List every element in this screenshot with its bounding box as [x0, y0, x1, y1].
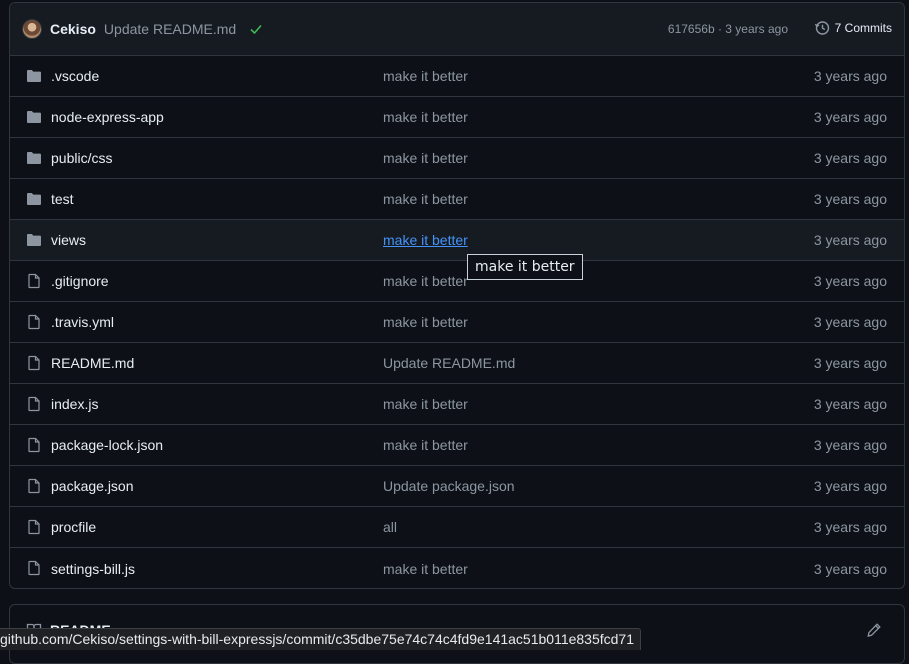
commit-age: 3 years ago: [813, 232, 887, 248]
author-avatar[interactable]: [22, 19, 42, 39]
file-row[interactable]: README.md Update README.md 3 years ago: [10, 343, 904, 384]
commits-count-label: 7 Commits: [834, 21, 892, 35]
commit-message-link[interactable]: Update README.md: [383, 355, 515, 371]
commit-age: 3 years ago: [813, 150, 887, 166]
commit-author[interactable]: Cekiso: [50, 21, 96, 37]
file-name-link[interactable]: package-lock.json: [51, 437, 163, 453]
file-name-link[interactable]: node-express-app: [51, 109, 164, 125]
file-row[interactable]: .gitignore make it better 3 years ago: [10, 261, 904, 302]
commit-message[interactable]: Update README.md: [104, 21, 236, 37]
commit-message-link[interactable]: make it better: [383, 68, 468, 84]
commit-message-link[interactable]: Update package.json: [383, 478, 515, 494]
file-row[interactable]: public/css make it better 3 years ago: [10, 138, 904, 179]
latest-commit-header: Cekiso Update README.md 617656b · 3 year…: [10, 3, 904, 56]
file-browser: Cekiso Update README.md 617656b · 3 year…: [9, 2, 905, 589]
commit-age: 3 years ago: [813, 396, 887, 412]
file-name-link[interactable]: settings-bill.js: [51, 561, 135, 577]
file-name-link[interactable]: index.js: [51, 396, 98, 412]
commit-age: 3 years ago: [813, 314, 887, 330]
file-name-link[interactable]: procfile: [51, 519, 96, 535]
commit-age: 3 years ago: [813, 478, 887, 494]
file-row[interactable]: index.js make it better 3 years ago: [10, 384, 904, 425]
commit-message-link[interactable]: make it better: [383, 396, 468, 412]
commit-message-link[interactable]: make it better: [383, 109, 468, 125]
folder-icon: [26, 191, 42, 207]
file-name-link[interactable]: README.md: [51, 355, 134, 371]
commit-message-link[interactable]: make it better: [383, 273, 468, 289]
commits-history-button[interactable]: 7 Commits: [814, 20, 892, 36]
pencil-icon[interactable]: [866, 622, 882, 638]
file-icon: [26, 273, 42, 289]
tooltip: make it better: [467, 254, 583, 280]
file-row[interactable]: test make it better 3 years ago: [10, 179, 904, 220]
commit-message-link[interactable]: make it better: [383, 191, 468, 207]
file-icon: [26, 437, 42, 453]
file-row[interactable]: package-lock.json make it better 3 years a…: [10, 425, 904, 466]
file-name-link[interactable]: .vscode: [51, 68, 99, 84]
file-row[interactable]: procfile all 3 years ago: [10, 507, 904, 548]
commit-message-link[interactable]: make it better: [383, 561, 468, 577]
file-row[interactable]: node-express-app make it better 3 years ag…: [10, 97, 904, 138]
commit-message-link[interactable]: make it better: [383, 150, 468, 166]
folder-icon: [26, 68, 42, 84]
commit-age: 3 years ago: [813, 519, 887, 535]
commit-age: 3 years ago: [813, 355, 887, 371]
commit-age: 3 years ago: [813, 273, 887, 289]
commit-age: 3 years ago: [813, 109, 887, 125]
commit-age: 3 years ago: [813, 437, 887, 453]
file-name-link[interactable]: public/css: [51, 150, 112, 166]
file-row[interactable]: .travis.yml make it better 3 years ago: [10, 302, 904, 343]
file-name-link[interactable]: .gitignore: [51, 273, 109, 289]
file-name-link[interactable]: .travis.yml: [51, 314, 114, 330]
file-row[interactable]: views make it better 3 years ago: [10, 220, 904, 261]
file-name-link[interactable]: package.json: [51, 478, 134, 494]
commit-message-link[interactable]: all: [383, 519, 397, 535]
folder-icon: [26, 150, 42, 166]
folder-icon: [26, 109, 42, 125]
commit-age: 3 years ago: [813, 560, 887, 577]
file-icon: [26, 355, 42, 371]
file-name-link[interactable]: test: [51, 191, 74, 207]
commit-message-link[interactable]: make it better: [383, 437, 468, 453]
file-name-link[interactable]: views: [51, 232, 86, 248]
history-icon: [814, 21, 829, 35]
commit-message-link[interactable]: make it better: [383, 232, 468, 248]
file-icon: [26, 396, 42, 412]
status-bar-url: github.com/Cekiso/settings-with-bill-exp…: [0, 628, 642, 650]
file-icon: [26, 560, 42, 576]
file-row[interactable]: package.json Update package.json 3 years a…: [10, 466, 904, 507]
commit-message-link[interactable]: make it better: [383, 314, 468, 330]
commit-age: 3 years ago: [813, 191, 887, 207]
commit-age: 3 years ago: [813, 68, 887, 84]
commit-hash-age[interactable]: 617656b · 3 years ago: [668, 22, 788, 36]
file-icon: [26, 478, 42, 494]
check-icon[interactable]: [248, 21, 264, 37]
file-icon: [26, 314, 42, 330]
file-row[interactable]: settings-bill.js make it better 3 years ag…: [10, 548, 904, 588]
folder-icon: [26, 232, 42, 248]
file-icon: [26, 519, 42, 535]
file-row[interactable]: .vscode make it better 3 years ago: [10, 56, 904, 97]
